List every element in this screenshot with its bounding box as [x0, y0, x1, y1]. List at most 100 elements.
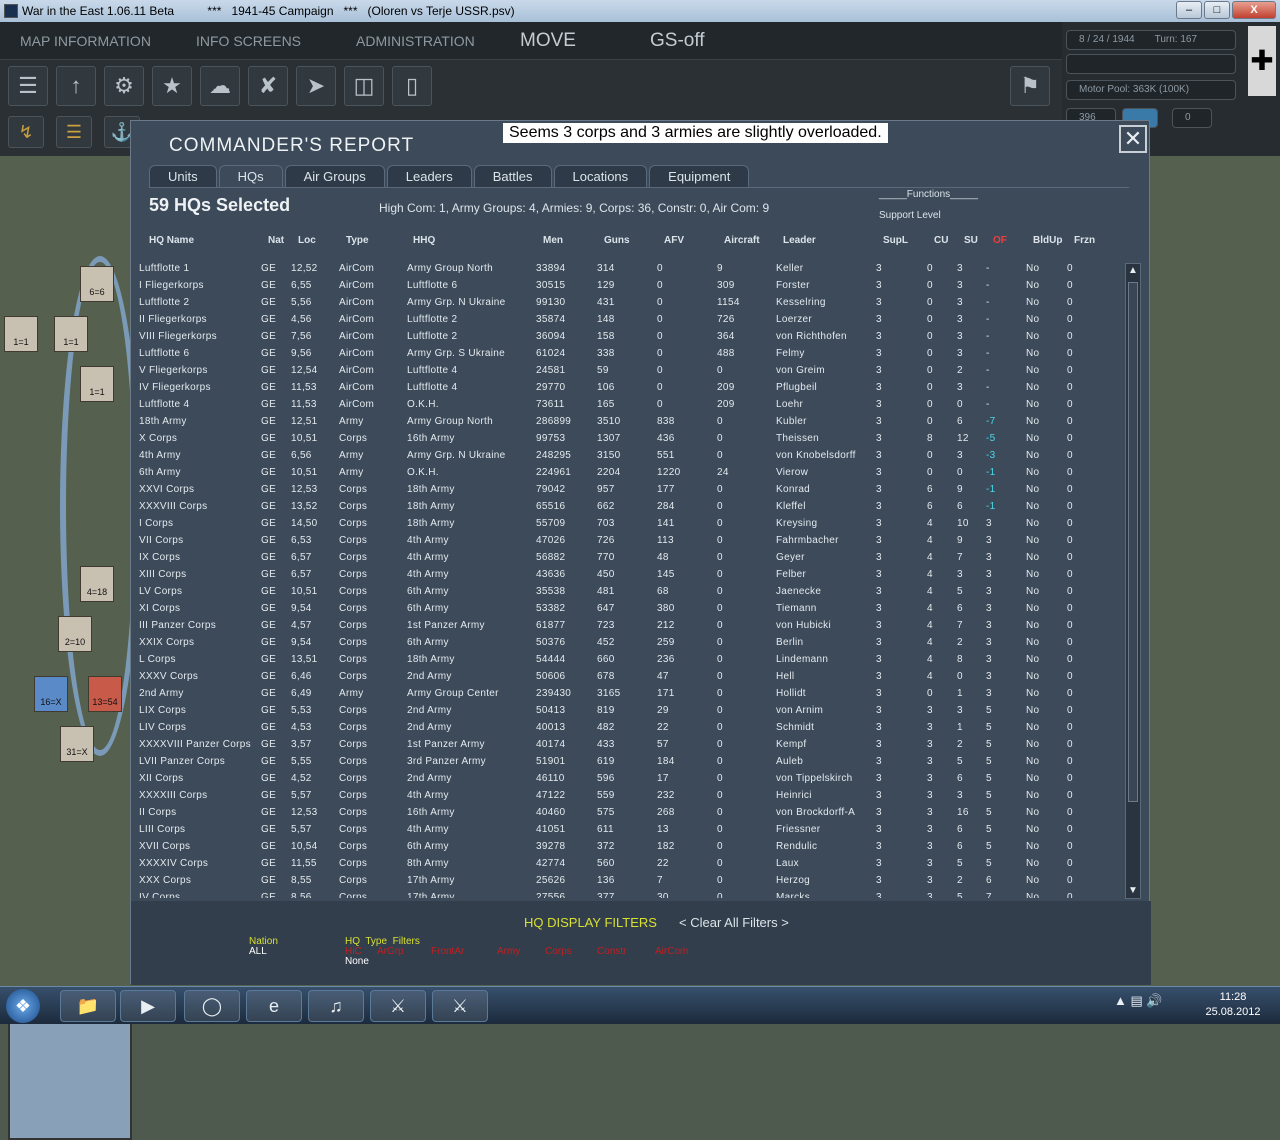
header-nat[interactable]: Nat: [268, 235, 284, 246]
media-player-icon[interactable]: ▶: [120, 990, 176, 1022]
header-bldup[interactable]: BldUp: [1033, 235, 1062, 246]
rail-mode-icon[interactable]: ☰: [56, 116, 92, 148]
maximize-button[interactable]: □: [1204, 1, 1230, 19]
table-row[interactable]: Luftflotte 6 GE 9,56 AirCom Army Grp. S Ukra…: [139, 345, 1127, 362]
table-row[interactable]: XXIX Corps GE 9,54 Corps 6th Army 50376 452 259…: [139, 634, 1127, 651]
table-row[interactable]: XIII Corps GE 6,57 Corps 4th Army 43636 450 145…: [139, 566, 1127, 583]
dialog-close-button[interactable]: ✕: [1119, 125, 1147, 153]
header-frzn[interactable]: Frzn: [1074, 235, 1095, 246]
nation-filter-all[interactable]: ALL: [249, 946, 267, 957]
table-row[interactable]: XVII Corps GE 10,54 Corps 6th Army 39278 372 18…: [139, 838, 1127, 855]
table-row[interactable]: X Corps GE 10,51 Corps 16th Army 99753 1307 436…: [139, 430, 1127, 447]
table-row[interactable]: Luftflotte 4 GE 11,53 AirCom O.K.H. 73611 165 0…: [139, 396, 1127, 413]
filter-frontar[interactable]: FrontAr: [431, 946, 464, 957]
move-mode-icon[interactable]: ↯: [8, 116, 44, 148]
tab-air-groups[interactable]: Air Groups: [284, 165, 385, 187]
table-row[interactable]: 2nd Army GE 6,49 Army Army Group Center 23943…: [139, 685, 1127, 702]
table-row[interactable]: LV Corps GE 10,51 Corps 6th Army 35538 481 68 0 J…: [139, 583, 1127, 600]
table-row[interactable]: XI Corps GE 9,54 Corps 6th Army 53382 647 380 0 T…: [139, 600, 1127, 617]
map-unit[interactable]: 1=1: [4, 316, 38, 352]
table-row[interactable]: XII Corps GE 4,52 Corps 2nd Army 46110 596 17 0 v…: [139, 770, 1127, 787]
tab-hqs[interactable]: HQs: [218, 165, 283, 187]
menu-gs-toggle[interactable]: GS-off: [650, 22, 705, 60]
menu-administration[interactable]: ADMINISTRATION: [356, 22, 475, 60]
table-row[interactable]: L Corps GE 13,51 Corps 18th Army 54444 660 236 0…: [139, 651, 1127, 668]
table-row[interactable]: V Fliegerkorps GE 12,54 AirCom Luftflotte 4 2…: [139, 362, 1127, 379]
gear-icon[interactable]: ⚙: [104, 66, 144, 106]
flag-icon[interactable]: ⚑: [1010, 66, 1050, 106]
header-afv[interactable]: AFV: [664, 235, 684, 246]
map-unit[interactable]: 1=1: [54, 316, 88, 352]
star-icon[interactable]: ★: [152, 66, 192, 106]
map-unit[interactable]: 4=18: [80, 566, 114, 602]
filter-army[interactable]: Army: [497, 946, 520, 957]
header-hhq[interactable]: HHQ: [413, 235, 435, 246]
header-guns[interactable]: Guns: [604, 235, 630, 246]
table-row[interactable]: I Corps GE 14,50 Corps 18th Army 55709 703 141 0…: [139, 515, 1127, 532]
header-type[interactable]: Type: [346, 235, 369, 246]
table-row[interactable]: LVII Panzer Corps GE 5,55 Corps 3rd Panzer A…: [139, 753, 1127, 770]
table-row[interactable]: IV Fliegerkorps GE 11,53 AirCom Luftflotte 4…: [139, 379, 1127, 396]
window-close-button[interactable]: X: [1232, 1, 1276, 19]
table-row[interactable]: XXVI Corps GE 12,53 Corps 18th Army 79042 957 1…: [139, 481, 1127, 498]
hp-icon[interactable]: ◯: [184, 990, 240, 1022]
table-row[interactable]: XXX Corps GE 8,55 Corps 17th Army 25626 136 7 0 H…: [139, 872, 1127, 889]
map-unit[interactable]: 13=54: [88, 676, 122, 712]
filter-none[interactable]: None: [345, 956, 369, 967]
table-row[interactable]: II Corps GE 12,53 Corps 16th Army 40460 575 268…: [139, 804, 1127, 821]
filter-argrp[interactable]: ArGrp: [377, 946, 404, 957]
table-row[interactable]: XXXXIV Corps GE 11,55 Corps 8th Army 42774 560…: [139, 855, 1127, 872]
tab-battles[interactable]: Battles: [473, 165, 552, 187]
table-row[interactable]: 4th Army GE 6,56 Army Army Grp. N Ukraine 248…: [139, 447, 1127, 464]
bombing-icon[interactable]: ➤: [296, 66, 336, 106]
map-unit[interactable]: 2=10: [58, 616, 92, 652]
clear-filters-button[interactable]: < Clear All Filters >: [679, 915, 789, 930]
tab-units[interactable]: Units: [149, 165, 217, 187]
filter-constr[interactable]: Constr: [597, 946, 626, 957]
scroll-down-icon[interactable]: ▼: [1126, 884, 1140, 898]
game-icon[interactable]: ⚔: [370, 990, 426, 1022]
start-button[interactable]: ❖: [6, 989, 40, 1023]
table-row[interactable]: LIII Corps GE 5,57 Corps 4th Army 41051 611 13 0…: [139, 821, 1127, 838]
tab-leaders[interactable]: Leaders: [386, 165, 472, 187]
header-su[interactable]: SU: [964, 235, 978, 246]
table-row[interactable]: VII Corps GE 6,53 Corps 4th Army 47026 726 113 0…: [139, 532, 1127, 549]
map-unit[interactable]: 1=1: [80, 366, 114, 402]
spotify-icon[interactable]: ♫: [308, 990, 364, 1022]
explorer-icon[interactable]: 📁: [60, 990, 116, 1022]
table-row[interactable]: LIX Corps GE 5,53 Corps 2nd Army 50413 819 29 0 v…: [139, 702, 1127, 719]
header-leader[interactable]: Leader: [783, 235, 816, 246]
map-unit[interactable]: 6=6: [80, 266, 114, 302]
table-row[interactable]: XXXV Corps GE 6,46 Corps 2nd Army 50606 678 47 0…: [139, 668, 1127, 685]
table-row[interactable]: 18th Army GE 12,51 Army Army Group North 2868…: [139, 413, 1127, 430]
taskbar-clock[interactable]: 11:28 25.08.2012: [1196, 990, 1270, 1020]
table-row[interactable]: LIV Corps GE 4,53 Corps 2nd Army 40013 482 22 0 S…: [139, 719, 1127, 736]
header-of[interactable]: OF: [993, 235, 1007, 246]
filter-aircom[interactable]: AirCom: [655, 946, 688, 957]
formation-icon[interactable]: ↑: [56, 66, 96, 106]
table-row[interactable]: Luftflotte 1 GE 12,52 AirCom Army Group Nort…: [139, 260, 1127, 277]
table-row[interactable]: III Panzer Corps GE 4,57 Corps 1st Panzer Ar…: [139, 617, 1127, 634]
table-row[interactable]: Luftflotte 2 GE 5,56 AirCom Army Grp. N Ukra…: [139, 294, 1127, 311]
game-icon-2[interactable]: ⚔: [432, 990, 488, 1022]
table-row[interactable]: IV Corps GE 8,56 Corps 17th Army 27556 377 30 0 M…: [139, 889, 1127, 898]
menu-info-screens[interactable]: INFO SCREENS: [196, 22, 301, 60]
browser-icon[interactable]: e: [246, 990, 302, 1022]
tab-equipment[interactable]: Equipment: [649, 165, 750, 187]
header-cu[interactable]: CU: [934, 235, 948, 246]
air-mission-icon[interactable]: ✘: [248, 66, 288, 106]
weather-icon[interactable]: ☁: [200, 66, 240, 106]
map-unit[interactable]: 16=X: [34, 676, 68, 712]
system-tray-icons[interactable]: ▲ ▤ 🔊: [1114, 993, 1163, 1009]
minimize-button[interactable]: –: [1176, 1, 1202, 19]
header-supl[interactable]: SupL: [883, 235, 908, 246]
scroll-up-icon[interactable]: ▲: [1126, 264, 1140, 278]
table-row[interactable]: XXXXIII Corps GE 5,57 Corps 4th Army 47122 559…: [139, 787, 1127, 804]
table-row[interactable]: VIII Fliegerkorps GE 7,56 AirCom Luftflotte …: [139, 328, 1127, 345]
table-row[interactable]: II Fliegerkorps GE 4,56 AirCom Luftflotte 2 3…: [139, 311, 1127, 328]
header-hq-name[interactable]: HQ Name: [149, 235, 194, 246]
scroll-thumb[interactable]: [1128, 282, 1138, 802]
table-row[interactable]: XXXVIII Corps GE 13,52 Corps 18th Army 65516 6…: [139, 498, 1127, 515]
unit-list-icon[interactable]: ☰: [8, 66, 48, 106]
table-row[interactable]: 6th Army GE 10,51 Army O.K.H. 224961 2204 1220 2…: [139, 464, 1127, 481]
